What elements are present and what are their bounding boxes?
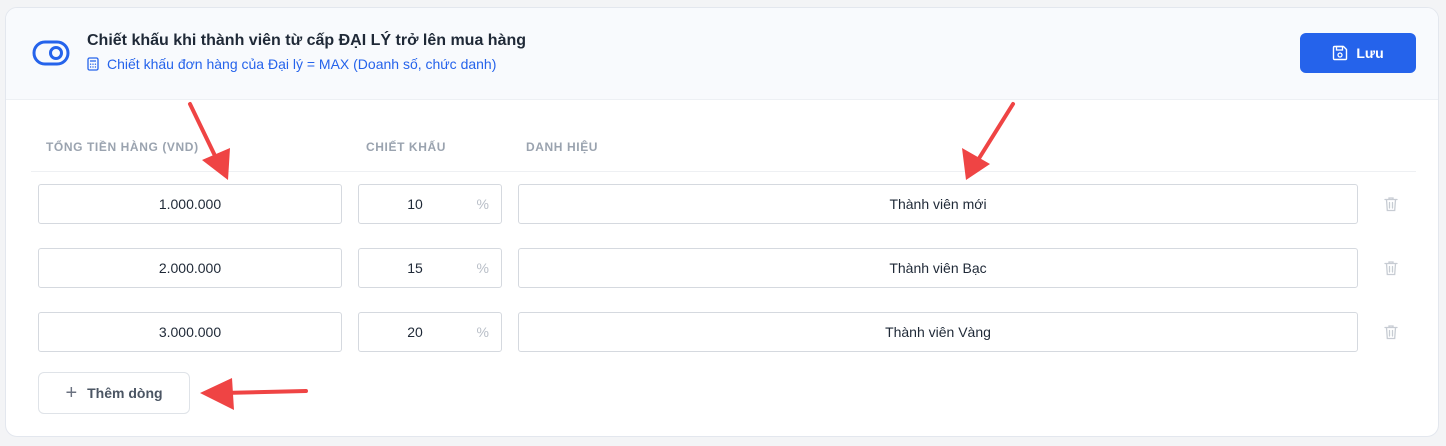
discount-input[interactable] — [359, 313, 471, 351]
column-header-total-amount: TỔNG TIỀN HÀNG (VND) — [46, 140, 199, 154]
card-header: Chiết khấu khi thành viên từ cấp ĐẠI LÝ … — [6, 8, 1438, 100]
percent-sign: % — [476, 196, 489, 212]
floppy-disk-icon — [1333, 45, 1348, 61]
title-input[interactable] — [518, 248, 1358, 288]
toggle-on-icon[interactable] — [32, 40, 70, 66]
subtitle-text: Chiết khấu đơn hàng của Đại lý = MAX (Do… — [107, 56, 497, 72]
trash-icon[interactable] — [1382, 259, 1400, 277]
title-input[interactable] — [518, 312, 1358, 352]
column-header-discount: CHIẾT KHẤU — [366, 140, 446, 154]
discount-input[interactable] — [359, 185, 471, 223]
card-title: Chiết khấu khi thành viên từ cấp ĐẠI LÝ … — [87, 32, 527, 49]
trash-icon[interactable] — [1382, 323, 1400, 341]
discount-input[interactable] — [359, 249, 471, 287]
percent-sign: % — [476, 260, 489, 276]
amount-input[interactable] — [38, 312, 342, 352]
add-row-button[interactable]: + Thêm dòng — [38, 372, 190, 414]
discount-settings-card: Chiết khấu khi thành viên từ cấp ĐẠI LÝ … — [5, 7, 1439, 437]
discount-field: % — [358, 248, 502, 288]
column-header-title: DANH HIỆU — [526, 140, 599, 154]
percent-sign: % — [476, 324, 489, 340]
add-row-label: Thêm dòng — [87, 385, 163, 401]
discount-field: % — [358, 312, 502, 352]
header-divider — [31, 171, 1416, 172]
calculator-icon — [87, 57, 99, 71]
save-button[interactable]: Lưu — [1300, 33, 1416, 73]
amount-input[interactable] — [38, 184, 342, 224]
trash-icon[interactable] — [1382, 195, 1400, 213]
card-subtitle: Chiết khấu đơn hàng của Đại lý = MAX (Do… — [87, 56, 496, 72]
discount-field: % — [358, 184, 502, 224]
save-button-label: Lưu — [1356, 45, 1384, 61]
plus-icon: + — [65, 382, 78, 404]
title-input[interactable] — [518, 184, 1358, 224]
amount-input[interactable] — [38, 248, 342, 288]
